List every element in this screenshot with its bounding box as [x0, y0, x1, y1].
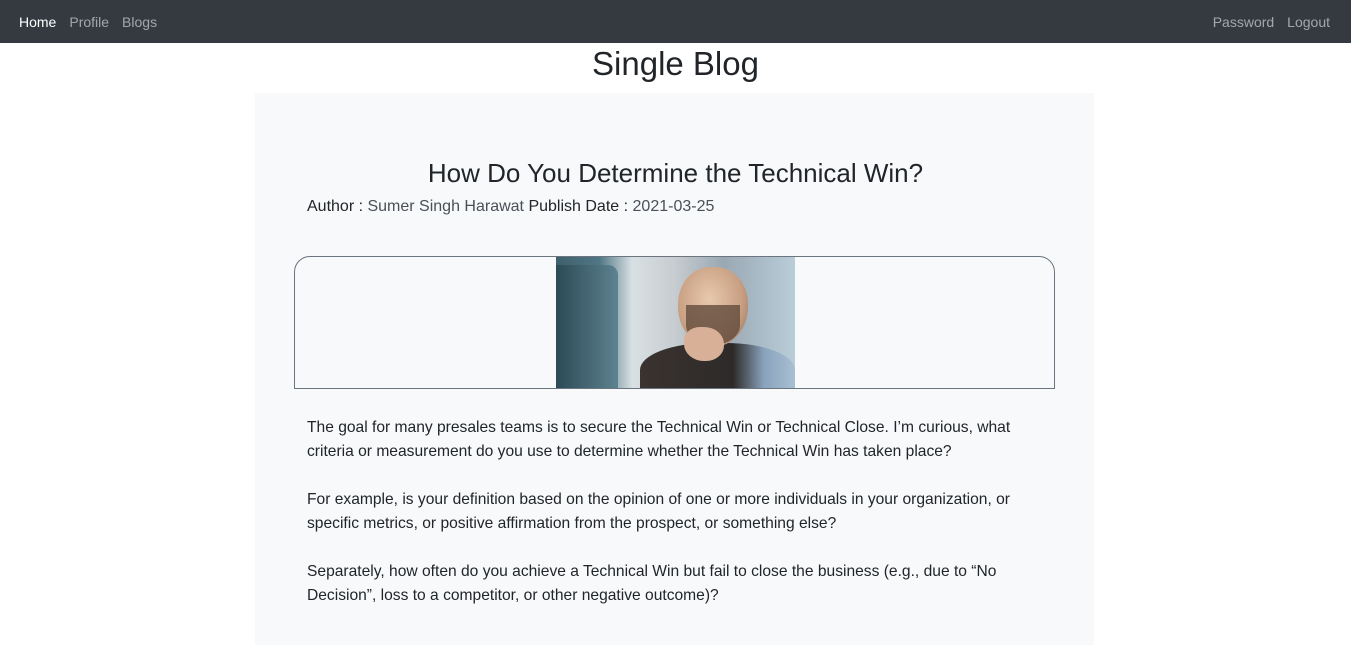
photo-hand [684, 327, 724, 361]
author-label: Author : [307, 198, 364, 215]
nav-home-link[interactable]: Home [19, 14, 56, 30]
author-name: Sumer Singh Harawat [367, 198, 524, 215]
blog-content: The goal for many presales teams is to s… [307, 416, 1047, 632]
blog-paragraph: For example, is your definition based on… [307, 491, 1010, 532]
nav-password-link[interactable]: Password [1213, 14, 1274, 30]
photo-monitor [556, 265, 618, 388]
nav-blogs-link[interactable]: Blogs [122, 14, 157, 30]
page-title: Single Blog [592, 45, 759, 82]
navbar-left-links: Home Profile Blogs [19, 14, 157, 30]
top-navbar: Home Profile Blogs Password Logout [0, 0, 1351, 43]
navbar-right-links: Password Logout [1213, 14, 1330, 30]
nav-logout-link[interactable]: Logout [1287, 14, 1330, 30]
nav-profile-link[interactable]: Profile [69, 14, 109, 30]
blog-paragraph: The goal for many presales teams is to s… [307, 419, 1011, 460]
publish-date-label: Publish Date : [528, 198, 629, 215]
publish-date: 2021-03-25 [632, 198, 715, 215]
blog-meta: Author : Sumer Singh Harawat Publish Dat… [307, 196, 714, 218]
blog-image-frame [294, 256, 1055, 389]
blog-paragraph: Separately, how often do you achieve a T… [307, 563, 997, 604]
blog-image [556, 257, 795, 388]
blog-title: How Do You Determine the Technical Win? [427, 158, 924, 188]
